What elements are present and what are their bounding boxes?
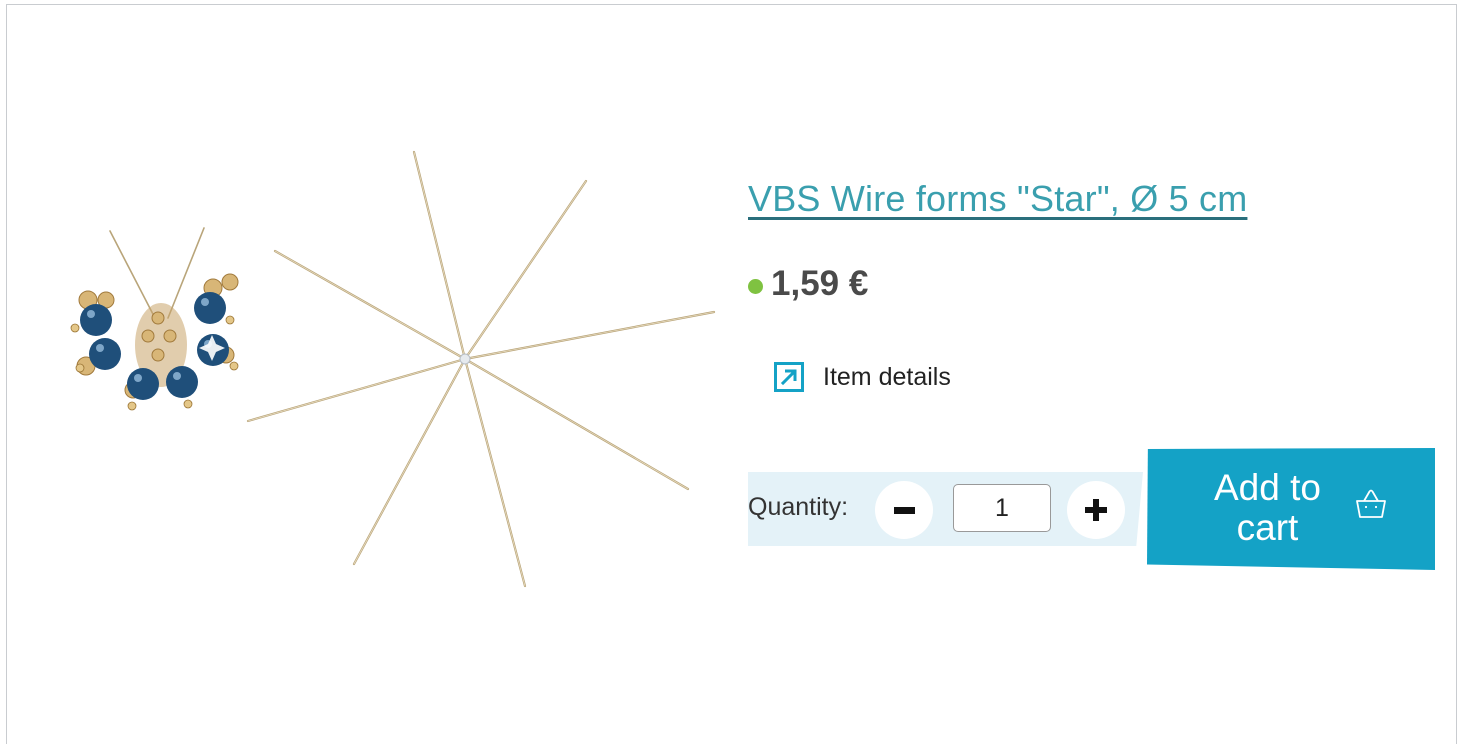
minus-icon [894,507,915,514]
quantity-label: Quantity: [748,493,849,521]
add-to-cart-button[interactable]: Add to cart [1147,448,1435,570]
add-to-cart-label: Add to cart [1214,467,1321,548]
product-price: 1,59 € [771,264,869,303]
quantity-decrease-button[interactable] [875,481,933,539]
item-details-link[interactable]: Item details [774,362,951,392]
basket-icon [1356,489,1386,518]
item-details-label: Item details [823,362,951,391]
external-arrow-icon [774,362,804,392]
beaded-butterfly [70,227,239,411]
wire-star [246,150,716,588]
quantity-increase-button[interactable] [1067,481,1125,539]
product-photo [70,150,716,588]
price-row: 1,59 € [748,264,868,304]
quantity-input[interactable] [953,484,1051,532]
product-image[interactable] [48,140,738,610]
product-title-link[interactable]: VBS Wire forms "Star", Ø 5 cm [748,178,1247,220]
availability-dot [748,278,763,294]
